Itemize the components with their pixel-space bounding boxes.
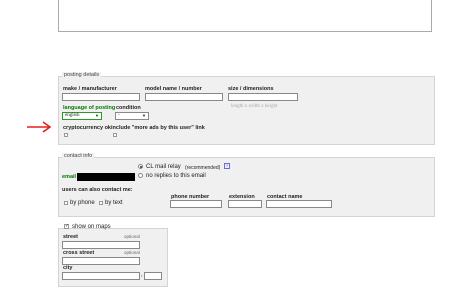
contact-info-legend: contact info: [62, 153, 95, 159]
language-select[interactable]: english ▼: [62, 112, 102, 120]
size-label: size / dimensions: [228, 86, 274, 92]
help-icon[interactable]: ?: [224, 163, 230, 169]
model-input[interactable]: [145, 93, 223, 101]
contact-name-input[interactable]: [266, 200, 332, 208]
no-replies-radio[interactable]: [138, 173, 143, 178]
size-input[interactable]: length x width x height: [228, 93, 298, 109]
street-input[interactable]: [62, 241, 140, 249]
description-textarea[interactable]: [58, 0, 432, 32]
model-label: model name / number: [145, 86, 202, 92]
city-separator: ,: [141, 272, 143, 278]
language-label: language of posting: [63, 105, 116, 111]
condition-label: condition: [116, 105, 141, 111]
by-text-label: by text: [105, 200, 123, 206]
by-phone-label: by phone: [70, 200, 95, 206]
cl-mail-relay-note: (recommended): [185, 165, 221, 171]
crypto-label: cryptocurrency ok: [63, 125, 111, 131]
extension-input[interactable]: [228, 200, 262, 208]
arrow-right-icon: [27, 121, 52, 133]
posting-details-legend: posting details: [62, 72, 102, 78]
cl-mail-relay-radio[interactable]: [138, 164, 143, 169]
more-ads-checkbox[interactable]: [113, 133, 117, 137]
state-input[interactable]: [144, 272, 162, 280]
show-on-maps-label: show on maps: [72, 224, 111, 230]
by-phone-checkbox[interactable]: [64, 201, 68, 205]
make-input[interactable]: [62, 93, 140, 101]
crypto-checkbox[interactable]: [64, 133, 68, 137]
cross-street-optional: optional: [124, 250, 140, 255]
more-ads-label: include "more ads by this user" link: [111, 125, 205, 131]
cross-street-label: cross street: [63, 250, 95, 256]
email-label: email: [62, 174, 77, 180]
street-optional: optional: [124, 234, 140, 239]
chevron-down-icon: ▼: [142, 113, 146, 118]
condition-value: -: [118, 113, 120, 118]
cl-mail-relay-label: CL mail relay: [146, 164, 181, 170]
email-input[interactable]: [77, 173, 135, 181]
no-replies-label: no replies to this email: [146, 173, 206, 179]
condition-select[interactable]: - ▼: [115, 112, 149, 120]
city-label: city: [63, 265, 73, 271]
cross-street-input[interactable]: [62, 257, 140, 265]
also-contact-label: users can also contact me:: [62, 187, 133, 193]
show-on-maps-checkbox[interactable]: ✓: [64, 223, 70, 229]
chevron-down-icon: ▼: [95, 113, 99, 118]
by-text-checkbox[interactable]: [99, 201, 103, 205]
language-value: english: [65, 113, 80, 118]
size-placeholder: length x width x height: [231, 104, 278, 109]
street-label: street: [63, 234, 78, 240]
city-input[interactable]: [62, 272, 140, 280]
phone-number-input[interactable]: [170, 200, 222, 208]
checkmark-icon: ✓: [65, 223, 70, 229]
make-label: make / manufacturer: [63, 86, 117, 92]
